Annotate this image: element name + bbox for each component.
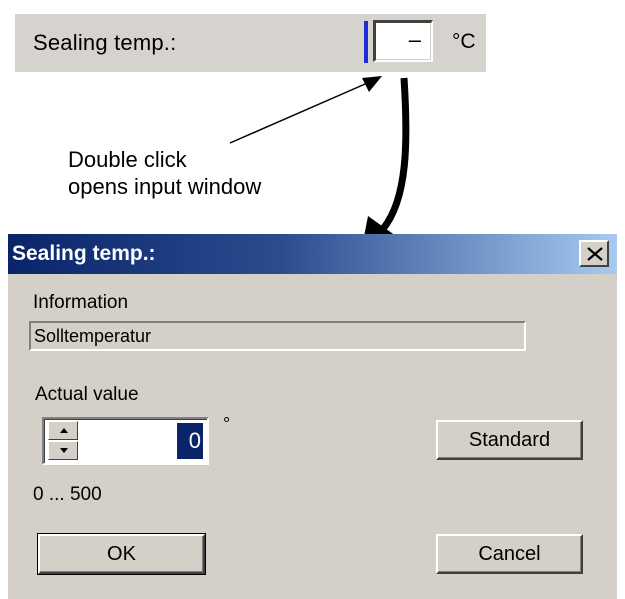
value-range: 0 ... 500 [33,484,102,505]
annotation-text: Double click opens input window [68,146,261,200]
input-dialog: Sealing temp.: Information Solltemperatu… [8,234,617,599]
information-value: Solltemperatur [34,326,152,346]
ok-button[interactable]: OK [37,533,206,575]
actual-value-input[interactable]: 0 [42,417,209,465]
annotation-line-2: opens input window [68,174,262,199]
spin-up-button[interactable] [48,421,78,440]
pointer-line [229,80,373,144]
cancel-button[interactable]: Cancel [436,534,583,574]
pointer-arrowhead [362,76,382,92]
actual-value-unit: ° [223,414,231,434]
standard-button[interactable]: Standard [436,420,583,460]
arrow-down-icon [60,448,68,453]
dialog-titlebar[interactable]: Sealing temp.: [8,234,617,274]
spin-down-button[interactable] [48,441,78,460]
arrow-up-icon [60,428,68,433]
close-button[interactable] [579,240,609,267]
information-field: Solltemperatur [29,321,526,351]
actual-value-selected-text[interactable]: 0 [177,423,203,459]
annotation-line-1: Double click [68,147,187,172]
actual-value-label: Actual value [35,384,139,405]
information-label: Information [33,292,129,313]
dialog-title: Sealing temp.: [12,242,156,265]
close-icon [587,247,603,261]
curved-arrow [379,77,410,233]
